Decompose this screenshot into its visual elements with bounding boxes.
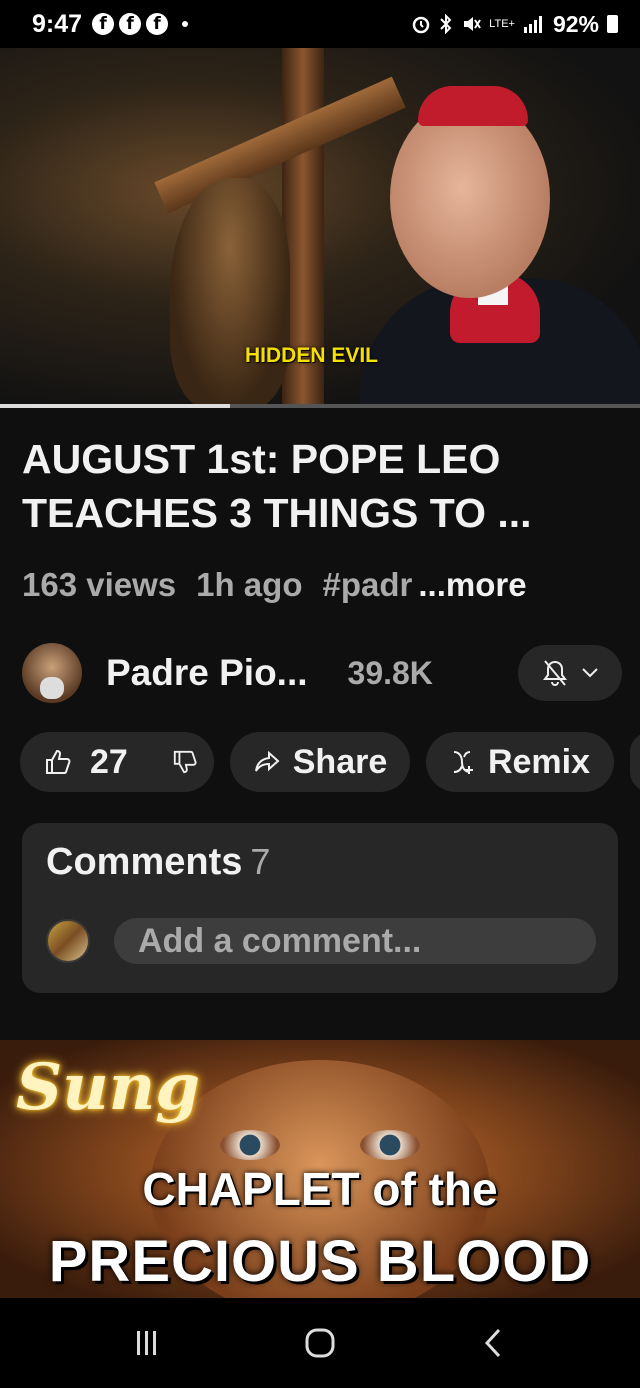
back-button[interactable] — [453, 1313, 533, 1373]
chevron-down-icon — [582, 668, 598, 678]
channel-avatar[interactable] — [22, 643, 82, 703]
share-icon — [254, 750, 280, 772]
user-avatar — [46, 919, 90, 963]
video-caption: HIDDEN EVIL — [245, 344, 379, 367]
alarm-icon — [412, 16, 430, 34]
system-nav-bar — [0, 1298, 640, 1388]
facebook-icon: f — [119, 13, 142, 35]
like-button[interactable]: 27 — [44, 743, 128, 782]
back-icon — [485, 1328, 501, 1358]
home-button[interactable] — [280, 1313, 360, 1373]
thumbnail-script-text: Sung — [16, 1050, 201, 1125]
battery-icon — [607, 15, 618, 33]
bishop-portrait — [360, 68, 640, 406]
more-notifications-dot — [182, 21, 189, 27]
notification-settings-button[interactable] — [518, 645, 622, 701]
video-player[interactable]: HIDDEN EVIL — [0, 48, 640, 406]
like-count: 27 — [90, 742, 128, 781]
bell-off-icon — [543, 660, 567, 687]
share-button[interactable]: Share — [230, 732, 410, 792]
next-video-thumbnail[interactable]: Sung CHAPLET of the PRECIOUS BLOOD — [0, 1040, 640, 1298]
battery-percent: 92% — [552, 10, 599, 37]
signal-icon — [523, 16, 542, 33]
channel-row: Padre Pio... 39.8K — [22, 640, 622, 706]
add-comment-input[interactable]: Add a comment... — [114, 918, 596, 964]
remix-label: Remix — [487, 742, 591, 781]
hashtag[interactable]: #padr — [322, 566, 412, 603]
action-row: 27 Share Remix — [20, 732, 640, 792]
video-progress-bar[interactable] — [0, 404, 640, 408]
bluetooth-icon — [440, 14, 452, 34]
thumbs-down-icon — [173, 750, 197, 774]
dislike-button[interactable] — [172, 749, 198, 775]
status-bar: 9:47 f f f LTE+ 92% — [0, 0, 640, 48]
facebook-icon: f — [92, 13, 115, 35]
video-title[interactable]: AUGUST 1st: POPE LEO TEACHES 3 THINGS TO… — [22, 432, 622, 540]
remix-button[interactable]: Remix — [426, 732, 614, 792]
subscriber-count: 39.8K — [347, 654, 433, 691]
network-type: LTE+ — [489, 18, 515, 30]
status-time: 9:47 — [32, 9, 83, 38]
view-count: 163 views — [22, 566, 177, 603]
share-label: Share — [292, 742, 388, 781]
more-link[interactable]: ...more — [418, 566, 526, 603]
comments-count: 7 — [250, 841, 271, 882]
comments-panel[interactable]: Comments 7 Add a comment... — [22, 823, 618, 993]
home-icon — [305, 1328, 335, 1358]
recent-apps-button[interactable] — [107, 1313, 187, 1373]
video-meta[interactable]: 163 views 1h ago #padr ...more — [22, 566, 547, 604]
notification-icons: f f f — [92, 13, 169, 35]
comments-title: Comments — [46, 841, 243, 883]
thumbs-up-icon — [46, 749, 71, 774]
status-right: LTE+ 92% — [411, 11, 618, 38]
video-progress-fill — [0, 404, 231, 408]
facebook-icon: f — [146, 13, 169, 35]
upload-age: 1h ago — [196, 566, 303, 603]
mute-icon — [464, 17, 482, 31]
thumbnail-line-1: CHAPLET of the — [142, 1163, 498, 1215]
thumbnail-line-2: PRECIOUS BLOOD — [48, 1229, 592, 1294]
more-actions-button[interactable] — [630, 732, 640, 792]
comments-heading: Comments 7 — [46, 841, 270, 884]
like-dislike-group: 27 — [20, 732, 214, 792]
remix-icon — [453, 751, 473, 774]
channel-name[interactable]: Padre Pio... — [106, 652, 308, 694]
recent-apps-icon — [136, 1331, 156, 1355]
